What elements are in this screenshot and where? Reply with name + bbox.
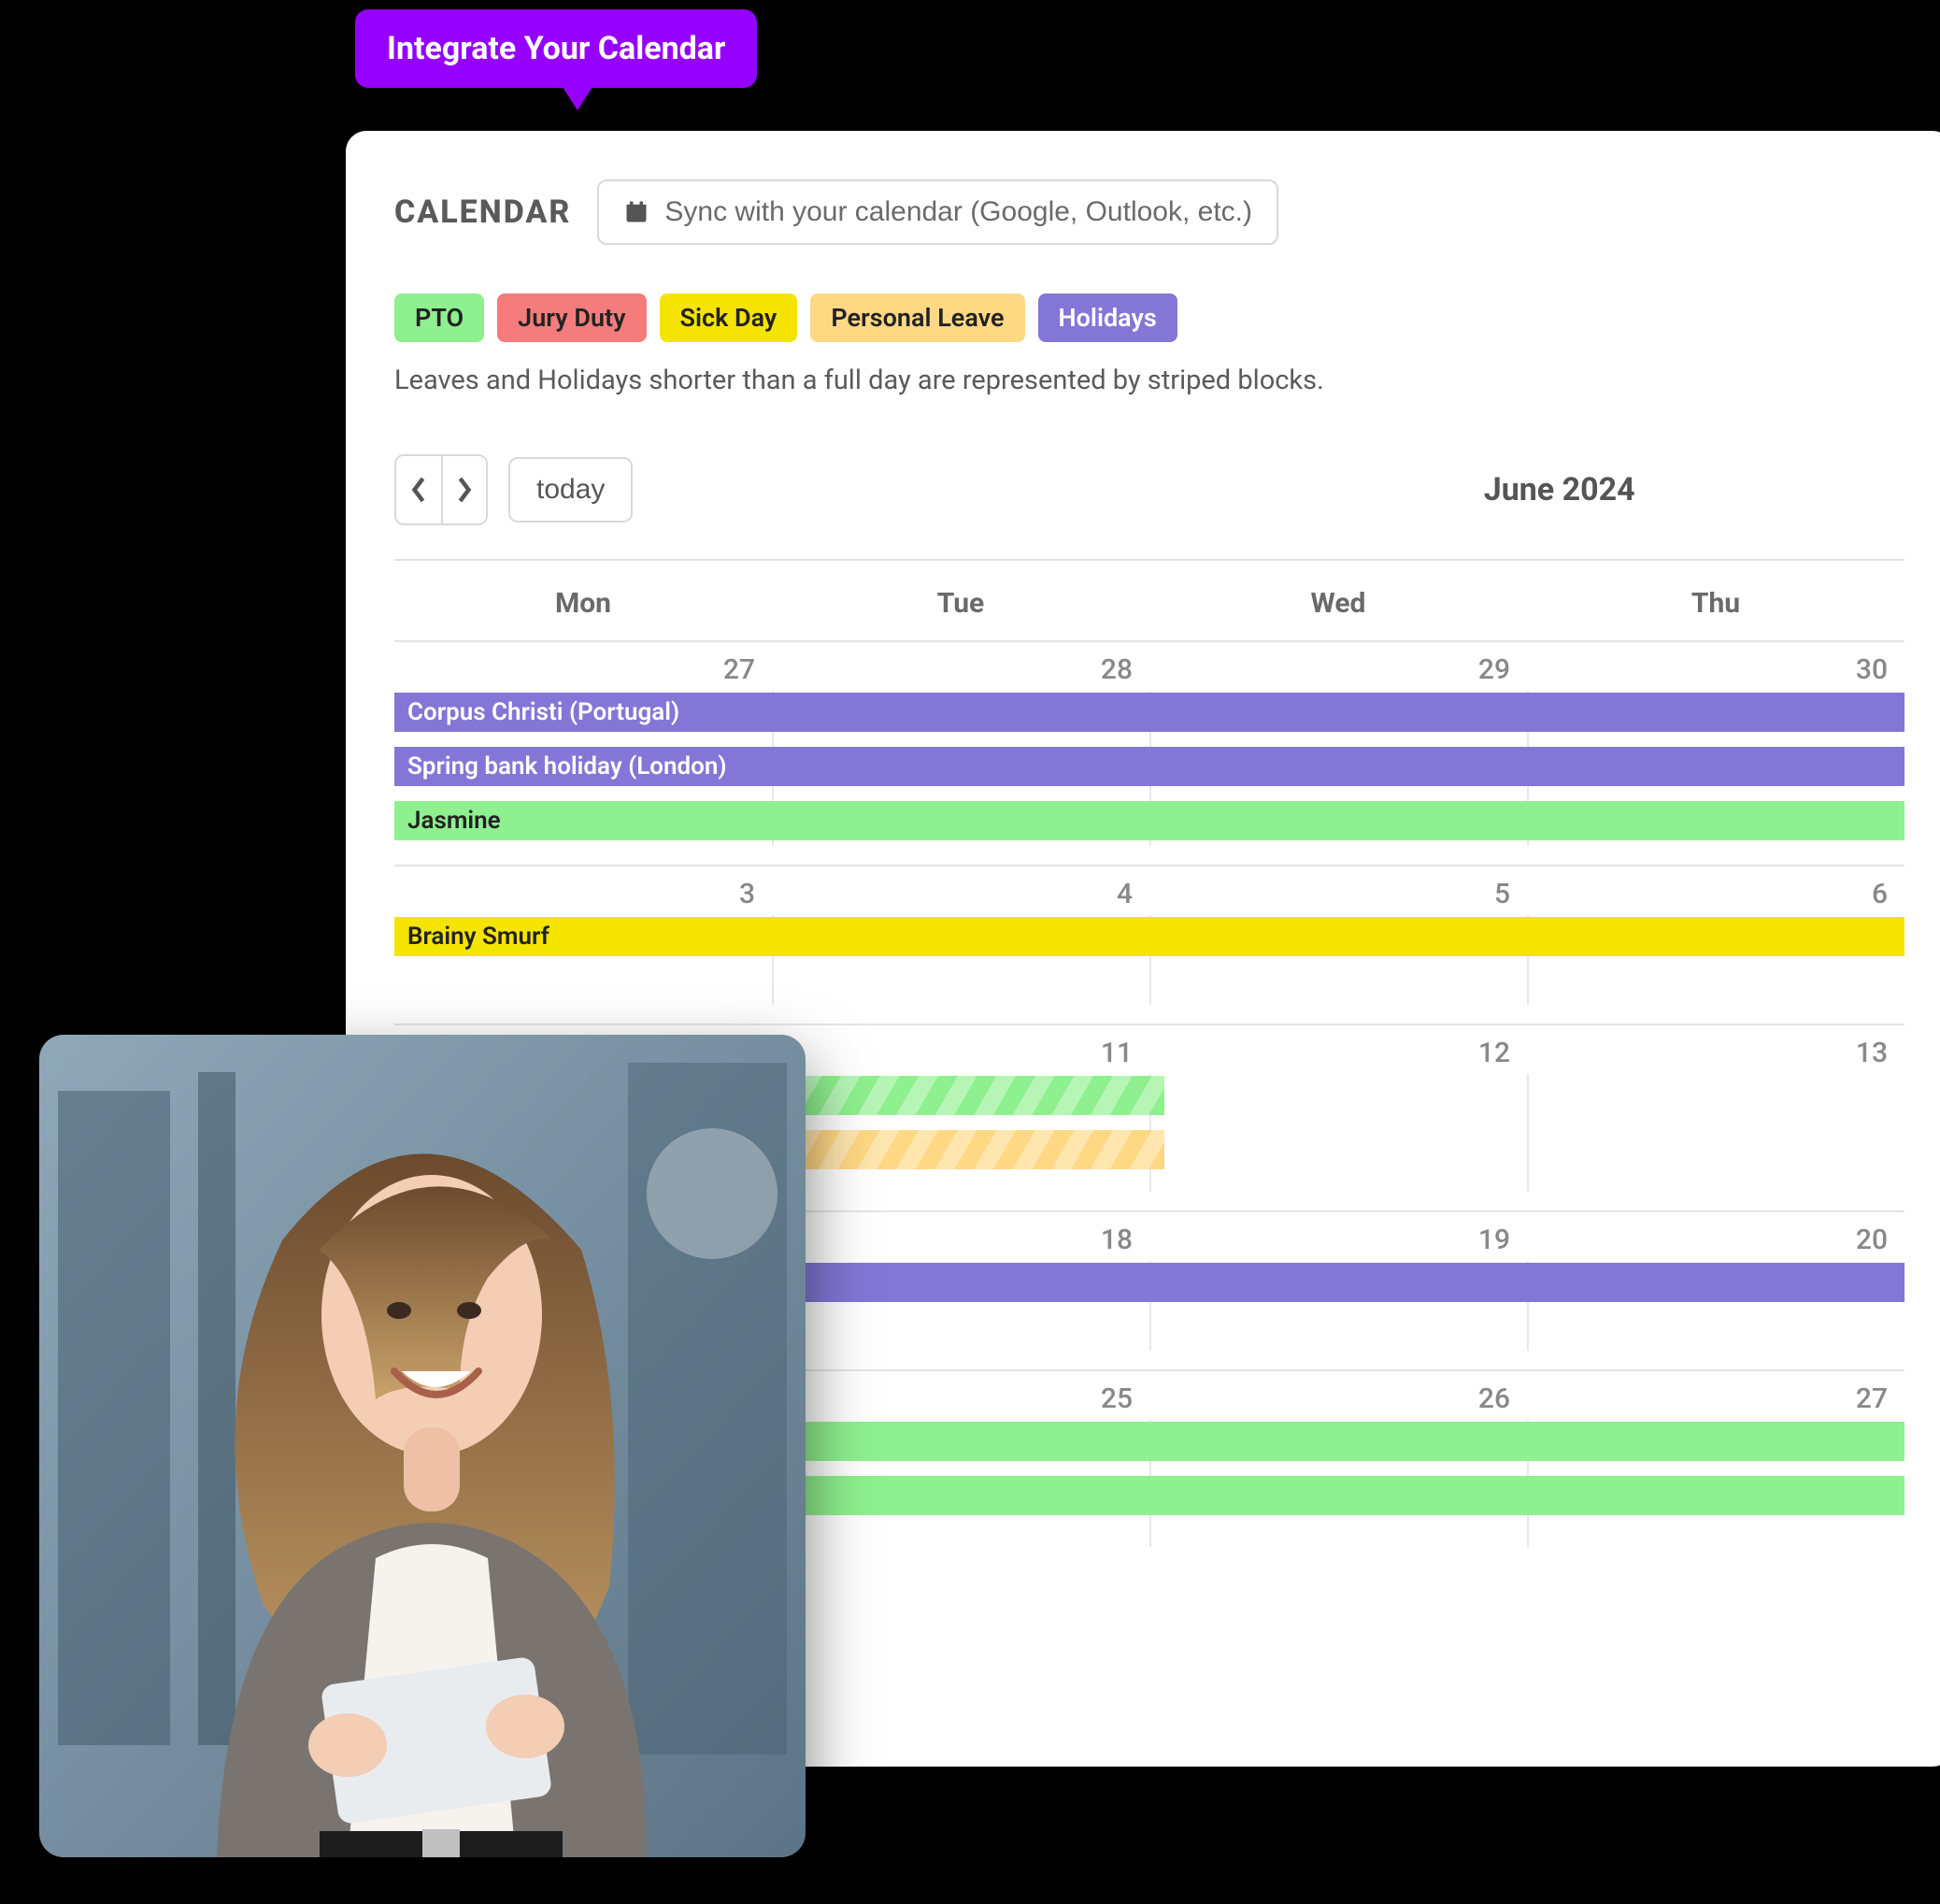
event-spring-bank[interactable]: Spring bank holiday (London) [394,747,1904,786]
day-number: 11 [772,1031,1149,1079]
page-title: CALENDAR [394,193,571,231]
day-cell[interactable]: 25 [772,1371,1149,1566]
day-cell[interactable]: 13 [1527,1025,1904,1210]
day-number: 27 [1527,1377,1904,1424]
chevron-right-icon [456,476,473,504]
event-corpus[interactable]: Corpus Christi (Portugal) [394,693,1904,732]
header-mon: Mon [394,561,772,640]
chevron-left-icon [410,476,427,504]
sync-calendar-button[interactable]: Sync with your calendar (Google, Outlook… [597,179,1278,245]
month-nav [394,454,488,525]
header-tue: Tue [772,561,1149,640]
day-number: 30 [1527,648,1904,695]
prev-month-button[interactable] [396,456,441,523]
day-number: 13 [1527,1031,1904,1079]
day-number: 18 [772,1218,1149,1266]
event-brainy-sick[interactable]: Brainy Smurf [394,917,1904,956]
day-number: 12 [1149,1031,1527,1079]
today-button[interactable]: today [508,457,633,523]
day-number: 5 [1149,872,1527,920]
current-month: June 2024 [1214,471,1904,508]
day-number: 26 [1149,1377,1527,1424]
header-thu: Thu [1527,561,1904,640]
day-number: 3 [394,872,772,920]
day-cell[interactable]: 26 [1149,1371,1527,1566]
day-cell[interactable]: 27 [1527,1371,1904,1566]
day-number: 28 [772,648,1149,695]
calendar-icon [623,199,649,225]
day-number: 29 [1149,648,1527,695]
day-cell[interactable]: 11 [772,1025,1149,1210]
day-number: 27 [394,648,772,695]
legend-holidays[interactable]: Holidays [1038,293,1177,342]
integrate-tooltip: Integrate Your Calendar [355,9,757,88]
legend-jury[interactable]: Jury Duty [497,293,646,342]
next-month-button[interactable] [441,456,486,523]
legend-note: Leaves and Holidays shorter than a full … [394,365,1904,396]
legend-pto[interactable]: PTO [394,293,484,342]
legend-sick[interactable]: Sick Day [660,293,798,342]
day-number: 6 [1527,872,1904,920]
sync-label: Sync with your calendar (Google, Outlook… [664,196,1252,228]
legend-personal[interactable]: Personal Leave [810,293,1024,342]
day-cell[interactable]: 12 [1149,1025,1527,1210]
week-row: 3 4 5 6 Brainy Smurf Brainy Smurf [394,865,1904,1024]
event-jasmine-pto[interactable]: Jasmine [394,801,1904,840]
week-row: 27 28 29 30 Memorial Day (New Orleans, C… [394,640,1904,865]
day-number: 25 [772,1377,1149,1424]
header-wed: Wed [1149,561,1527,640]
promo-photo [39,1035,806,1857]
day-number: 20 [1527,1218,1904,1266]
legend: PTO Jury Duty Sick Day Personal Leave Ho… [394,293,1904,342]
day-number: 4 [772,872,1149,920]
day-number: 19 [1149,1218,1527,1266]
